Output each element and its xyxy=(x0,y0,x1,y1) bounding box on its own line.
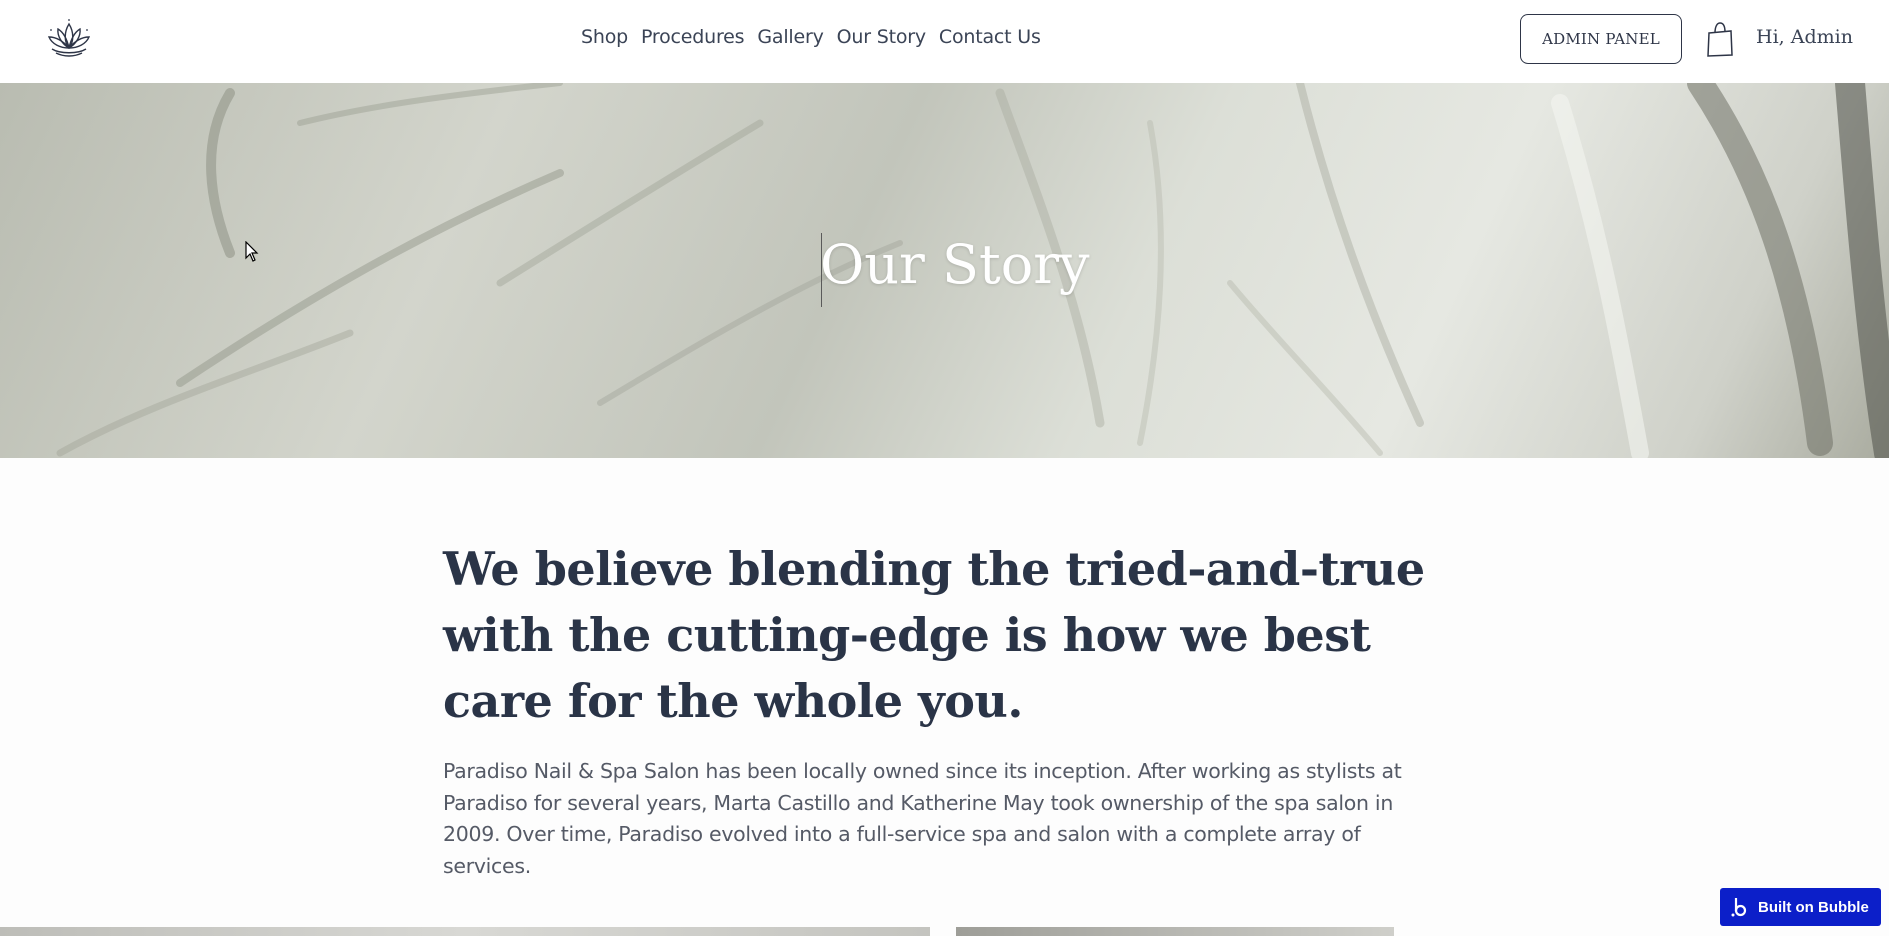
lotus-logo-icon[interactable] xyxy=(42,18,96,60)
bubble-logo-icon xyxy=(1731,898,1747,917)
site-header: Shop Procedures Gallery Our Story Contac… xyxy=(0,0,1889,83)
hero-banner: Our Story xyxy=(0,83,1889,458)
hero-title: Our Story xyxy=(820,233,1090,296)
nav-procedures[interactable]: Procedures xyxy=(641,26,745,48)
user-greeting[interactable]: Hi, Admin xyxy=(1756,26,1853,48)
main-nav: Shop Procedures Gallery Our Story Contac… xyxy=(581,26,1054,48)
nav-gallery[interactable]: Gallery xyxy=(757,26,823,48)
nav-our-story[interactable]: Our Story xyxy=(837,26,926,48)
admin-panel-button[interactable]: ADMIN PANEL xyxy=(1520,14,1682,64)
gallery-image-2 xyxy=(956,927,1394,936)
built-on-bubble-badge[interactable]: Built on Bubble xyxy=(1720,888,1881,926)
story-body: Paradiso Nail & Spa Salon has been local… xyxy=(443,759,1402,878)
nav-shop[interactable]: Shop xyxy=(581,26,628,48)
story-headline: We believe blending the tried-and-true w… xyxy=(443,542,1425,728)
badge-label: Built on Bubble xyxy=(1758,898,1869,916)
gallery-image-1 xyxy=(0,927,930,936)
nav-contact-us[interactable]: Contact Us xyxy=(939,26,1041,48)
mouse-pointer-icon xyxy=(245,241,259,262)
shopping-bag-icon[interactable] xyxy=(1705,20,1735,58)
